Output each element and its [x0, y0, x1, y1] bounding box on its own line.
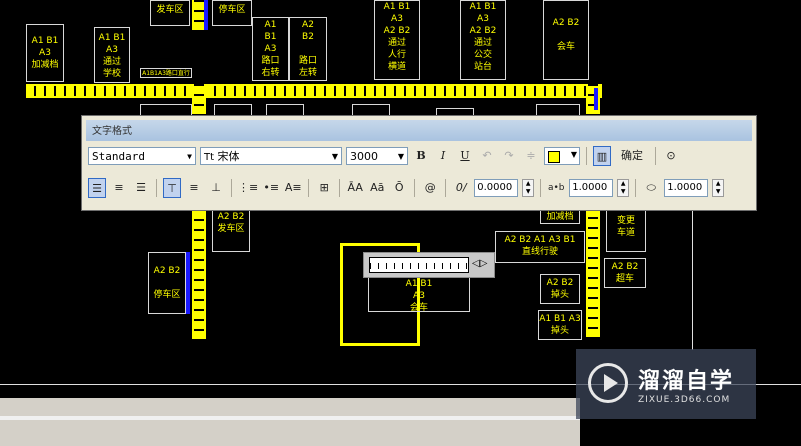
insert-field-icon[interactable]: ⊞ [315, 178, 333, 198]
blue-bar-left [186, 252, 190, 314]
label-chaoche: A2 B2 超车 [604, 258, 646, 288]
style-dropdown[interactable]: Standard ▼ [88, 147, 196, 165]
road-stripe-left-mid [192, 84, 206, 114]
separator [586, 147, 587, 165]
boundary-line-right [692, 210, 693, 350]
road-stripe-top [26, 84, 602, 98]
oblique-spinner[interactable]: ▲ ▼ [522, 179, 535, 197]
height-value: 3000 [350, 150, 378, 163]
lowercase-button[interactable]: Aā [368, 178, 386, 198]
blue-bar-top [204, 0, 208, 30]
label-jiajiandang: A1 B1 A3 加减档 [26, 24, 64, 82]
valign-bottom-icon[interactable]: ⊥ [207, 178, 225, 198]
road-stripe-right-lower [586, 211, 600, 337]
chevron-down-icon: ▼ [331, 152, 338, 161]
tracking-spinner[interactable]: ▲ ▼ [617, 179, 630, 197]
oblique-angle-input[interactable]: 0.0000 [474, 179, 519, 197]
toolbar-row-2: ☰ ≡ ☰ ⊤ ≡ ⊥ ⋮≡ •≡ A≡ ⊞ ĀA Aā Ō @ 0/ 0.00… [88, 175, 750, 201]
cad-drawing-canvas[interactable]: A1 B1 A3 加减档 A1 B1 A3 通过 学校 发车区 停车区 A1 B… [0, 0, 801, 446]
text-format-toolbar: 文字格式 Standard ▼ Tt 宋体 ▼ 3000 ▼ B I U ↶ ↷… [81, 115, 757, 211]
label-small-tag: A1B1A3路口直行 [140, 68, 192, 78]
chevron-down-icon: ▼ [187, 152, 192, 161]
label-huiche-top: A2 B2 会车 [543, 0, 589, 80]
tracking-icon: a•b [547, 183, 565, 193]
stack-icon[interactable]: ≑ [522, 146, 540, 166]
label-tingche-left: A2 B2 停车区 [148, 252, 186, 314]
ok-button[interactable]: 确定 [615, 146, 649, 166]
font-value: 宋体 [217, 150, 240, 163]
status-bar [0, 398, 580, 446]
align-left-icon[interactable]: ☰ [88, 178, 106, 198]
tracking-input[interactable]: 1.0000 [569, 179, 614, 197]
label-tingche-top: 停车区 [212, 0, 252, 26]
separator [635, 179, 637, 197]
label-xuexiao: A1 B1 A3 通过 学校 [94, 27, 130, 83]
height-dropdown[interactable]: 3000 ▼ [346, 147, 408, 165]
separator [231, 179, 232, 197]
blue-bar-right [594, 88, 598, 110]
uppercase-button[interactable]: ĀA [346, 178, 364, 198]
lettered-list-icon[interactable]: A≡ [284, 178, 302, 198]
label-huiche-center: A1 B1 A3 会车 [368, 274, 470, 313]
play-logo-icon [588, 363, 628, 403]
label-fache-top: 发车区 [150, 0, 190, 26]
label-biandao: 变更 车道 [606, 210, 646, 252]
label-fache-right: A2 B2 发车区 [212, 210, 250, 252]
ruler-scale[interactable] [369, 257, 469, 273]
font-dropdown[interactable]: Tt 宋体 ▼ [200, 147, 342, 165]
numbered-list-icon[interactable]: ⋮≡ [238, 178, 258, 198]
bullet-list-icon[interactable]: •≡ [262, 178, 280, 198]
toolbar-row-1: Standard ▼ Tt 宋体 ▼ 3000 ▼ B I U ↶ ↷ ≑ ▼ [88, 143, 750, 169]
redo-icon[interactable]: ↷ [500, 146, 518, 166]
text-ruler[interactable]: ◁▷ [363, 252, 495, 278]
separator [339, 179, 341, 197]
align-center-icon[interactable]: ≡ [110, 178, 128, 198]
undo-icon[interactable]: ↶ [478, 146, 496, 166]
separator [308, 179, 310, 197]
overline-button[interactable]: Ō [390, 178, 408, 198]
valign-top-icon[interactable]: ⊤ [163, 178, 181, 198]
ruler-toggle-icon[interactable]: ▥ [593, 146, 611, 166]
label-gongjiao: A1 B1 A3 A2 B2 通过 公交 站台 [460, 0, 506, 80]
separator [414, 179, 416, 197]
bold-button[interactable]: B [412, 146, 430, 166]
symbol-button[interactable]: @ [421, 178, 439, 198]
valign-middle-icon[interactable]: ≡ [185, 178, 203, 198]
watermark: 溜溜自学 ZIXUE.3D66.COM [576, 349, 756, 419]
width-factor-icon: ⬭ [646, 181, 656, 194]
label-diaotou-2: A1 B1 A3 掉头 [538, 310, 582, 340]
separator [655, 147, 656, 165]
align-right-icon[interactable]: ☰ [132, 178, 150, 198]
chevron-down-icon: ▼ [397, 152, 404, 161]
watermark-url: ZIXUE.3D66.COM [638, 395, 731, 405]
label-zhixian: A2 B2 A1 A3 B1 直线行驶 [495, 231, 585, 263]
underline-button[interactable]: U [456, 146, 474, 166]
width-factor-spinner[interactable]: ▲ ▼ [712, 179, 725, 197]
label-renxing: A1 B1 A3 A2 B2 通过 人行 横道 [374, 0, 420, 80]
color-swatch [548, 151, 560, 163]
status-strip [0, 416, 580, 420]
label-zuozhuan: A2 B2 路口 左转 [289, 17, 327, 81]
toolbar-title[interactable]: 文字格式 [86, 120, 752, 141]
color-dropdown[interactable]: ▼ [544, 147, 580, 165]
style-value: Standard [92, 150, 145, 163]
chevron-down-icon: ▼ [570, 150, 577, 159]
separator [540, 179, 542, 197]
separator [445, 179, 447, 197]
label-youzhuan: A1 B1 A3 路口 右转 [252, 17, 289, 81]
watermark-title: 溜溜自学 [638, 369, 735, 394]
italic-button[interactable]: I [434, 146, 452, 166]
separator [156, 179, 157, 197]
truetype-icon: Tt [204, 152, 215, 163]
oblique-angle-icon: 0/ [455, 181, 467, 194]
options-chevron-icon[interactable]: ⊙ [662, 146, 680, 166]
label-diaotou-1: A2 B2 掉头 [540, 274, 580, 304]
label-jiajian-right: 加减档 [540, 210, 580, 224]
width-factor-input[interactable]: 1.0000 [664, 179, 709, 197]
ruler-width-handle-icon[interactable]: ◁▷ [472, 258, 487, 269]
road-stripe-left-lower [192, 211, 206, 339]
